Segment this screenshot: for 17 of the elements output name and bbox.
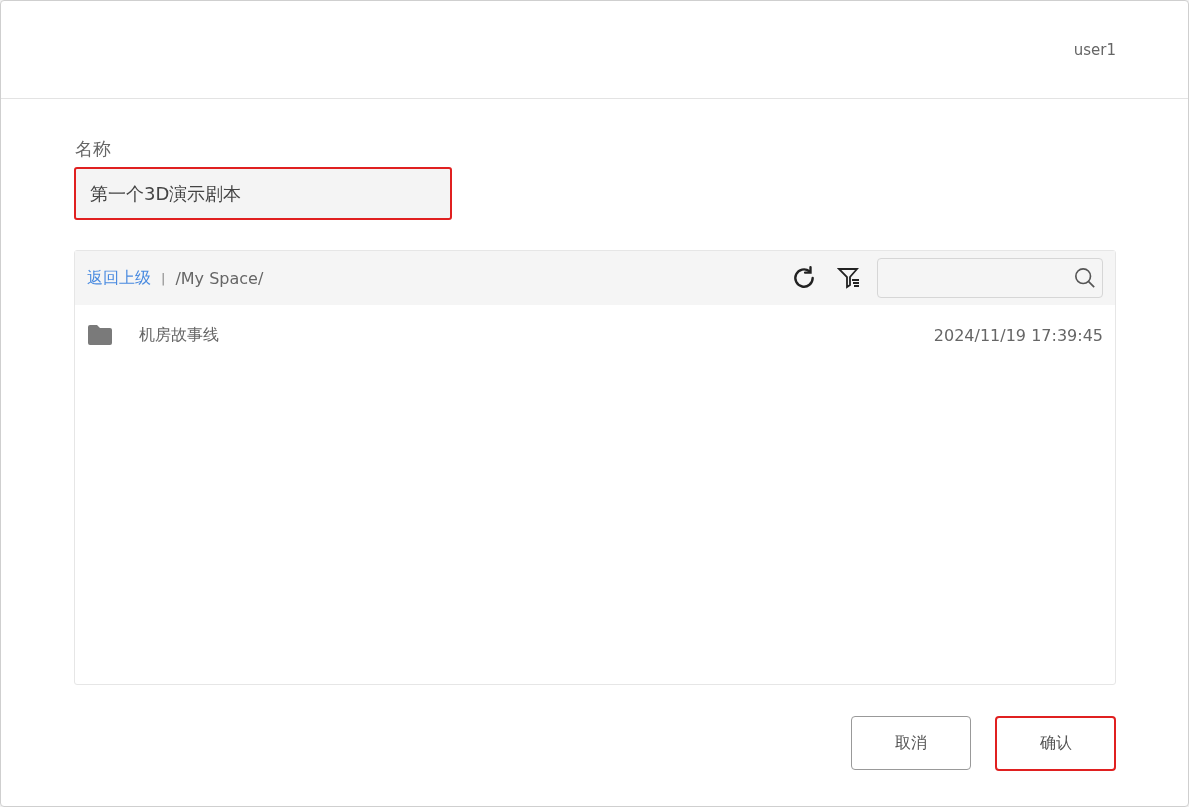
path-separator: | xyxy=(161,270,166,286)
field-label: 名称 xyxy=(75,137,112,161)
dialog-button[interactable]: 取消 xyxy=(851,716,971,770)
search-icon xyxy=(1074,267,1096,289)
refresh-button[interactable] xyxy=(791,265,817,291)
folder-icon xyxy=(87,324,113,346)
modified-time: 2024/11/19 17:39:45 xyxy=(933,325,1103,345)
current-path: /My Space/ xyxy=(175,268,265,288)
filter-button[interactable] xyxy=(837,266,861,290)
filter-icon xyxy=(837,266,861,290)
user-name: user1 xyxy=(1073,40,1116,59)
dialog-button[interactable]: 确认 xyxy=(995,716,1116,771)
search-field[interactable] xyxy=(877,258,1103,298)
refresh-icon xyxy=(791,265,817,291)
file-row[interactable]: 机房故事线 2024/11/19 17:39:45 xyxy=(75,305,1115,365)
name-input-field[interactable]: 第一个3D演示剧本 xyxy=(74,167,452,220)
file-name: 机房故事线 xyxy=(139,324,220,346)
